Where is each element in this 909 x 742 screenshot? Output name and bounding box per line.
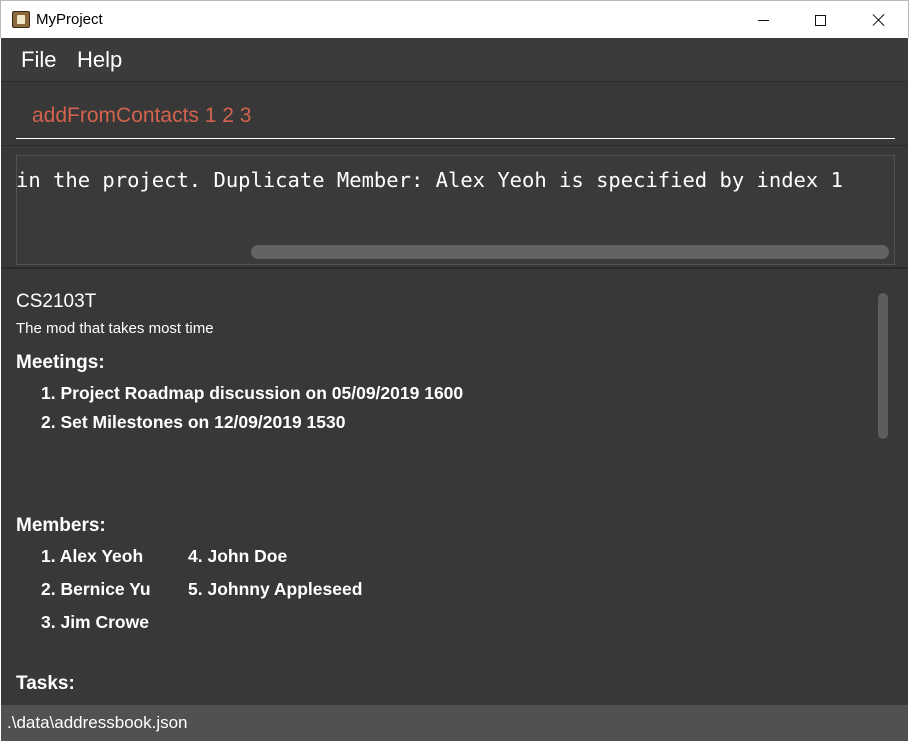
- maximize-button[interactable]: [791, 1, 849, 39]
- meeting-item: 2. Set Milestones on 12/09/2019 1530: [41, 412, 346, 432]
- menu-help[interactable]: Help: [77, 47, 122, 73]
- window-title-bar: MyProject: [0, 0, 909, 38]
- app-icon: [12, 11, 30, 28]
- menu-file[interactable]: File: [21, 47, 56, 73]
- member-item: 2. Bernice Yu: [41, 579, 151, 599]
- result-message: in the project. Duplicate Member: Alex Y…: [16, 168, 843, 192]
- project-description: The mod that takes most time: [16, 320, 214, 337]
- project-name: CS2103T: [16, 291, 97, 312]
- project-detail-panel: CS2103T The mod that takes most time Mee…: [1, 271, 908, 705]
- members-heading: Members:: [16, 515, 106, 536]
- meeting-item: 1. Project Roadmap discussion on 05/09/2…: [41, 383, 464, 403]
- member-item: 5. Johnny Appleseed: [188, 579, 363, 599]
- status-bar: .\data\addressbook.json: [1, 705, 908, 741]
- command-box: [1, 83, 908, 146]
- close-button[interactable]: [850, 1, 908, 39]
- tasks-heading: Tasks:: [16, 673, 75, 694]
- minimize-icon: [757, 19, 769, 21]
- member-item: 3. Jim Crowe: [41, 612, 149, 632]
- result-display-panel: in the project. Duplicate Member: Alex Y…: [1, 147, 908, 269]
- meetings-heading: Meetings:: [16, 352, 105, 373]
- member-item: 4. John Doe: [188, 546, 288, 566]
- member-item: 1. Alex Yeoh: [41, 546, 144, 566]
- vertical-scrollbar[interactable]: [878, 293, 888, 439]
- save-location: .\data\addressbook.json: [7, 713, 188, 732]
- menu-bar: File Help: [1, 38, 908, 82]
- result-display[interactable]: in the project. Duplicate Member: Alex Y…: [16, 155, 895, 265]
- app-body: File Help in the project. Duplicate Memb…: [1, 38, 908, 741]
- close-icon: [872, 13, 886, 27]
- minimize-button[interactable]: [734, 1, 792, 39]
- horizontal-scrollbar[interactable]: [251, 245, 889, 259]
- command-input[interactable]: [16, 93, 895, 139]
- window-title: MyProject: [36, 11, 103, 28]
- maximize-icon: [814, 14, 826, 26]
